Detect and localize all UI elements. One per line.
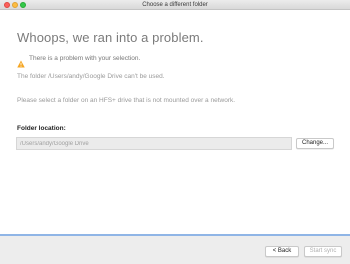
folder-location-label: Folder location:	[17, 125, 66, 132]
instruction-text: Please select a folder on an HFS+ drive …	[17, 97, 236, 104]
warning-icon	[17, 55, 25, 68]
window-title: Choose a different folder	[142, 2, 208, 8]
error-message: The folder /Users/andy/Google Drive can'…	[17, 73, 165, 80]
change-button[interactable]: Change...	[296, 138, 334, 149]
title-bar: Choose a different folder	[0, 0, 350, 10]
start-sync-button[interactable]: Start sync	[304, 246, 342, 257]
folder-location-field[interactable]	[16, 137, 292, 150]
error-heading: Whoops, we ran into a problem.	[17, 30, 204, 45]
back-button[interactable]: < Back	[265, 246, 299, 257]
footer-accent-line	[0, 234, 350, 236]
warning-text: There is a problem with your selection.	[29, 55, 141, 62]
